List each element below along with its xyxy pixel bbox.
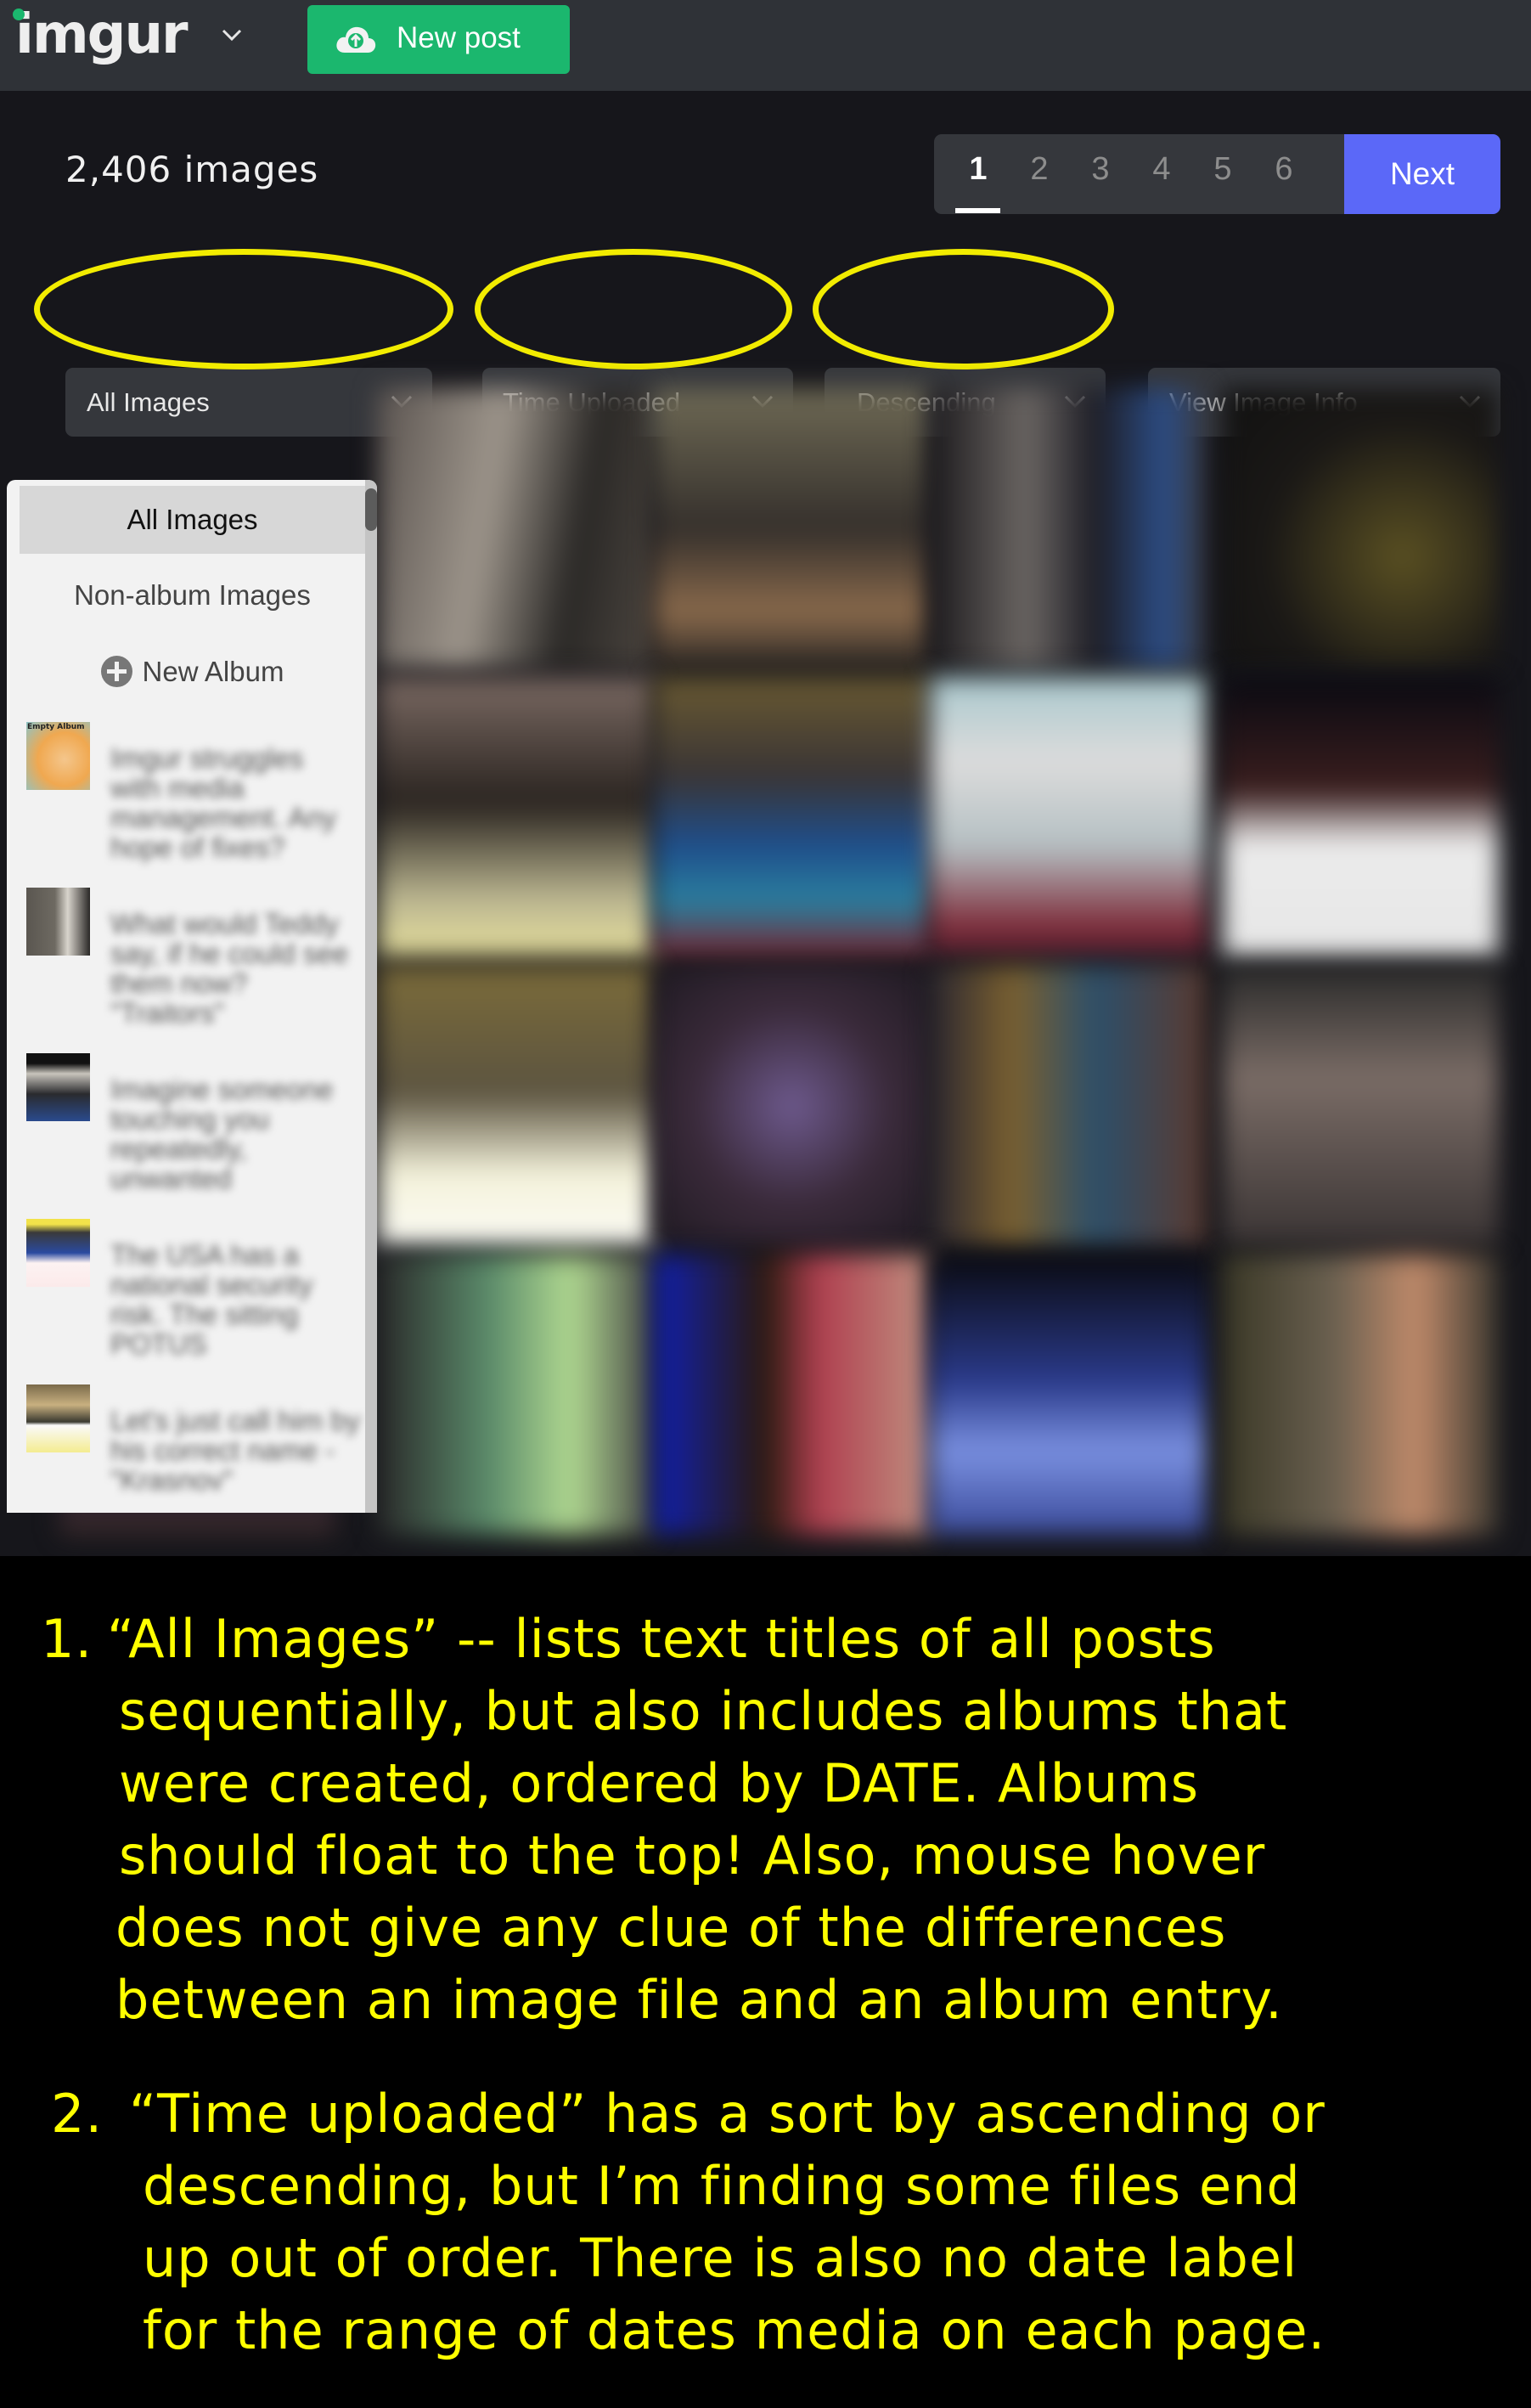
album-list-item[interactable]: Imagine someone touching you repeatedly,… [20, 1053, 365, 1215]
highlight-ring-album-filter [34, 249, 453, 369]
logo-dot-icon [13, 8, 25, 20]
image-thumbnail[interactable] [930, 1255, 1206, 1535]
note-line: up out of order. There is also no date l… [143, 2227, 1298, 2289]
images-page: 2,406 images 1 2 3 4 5 6 Next All Images… [0, 91, 1531, 1556]
annotation-notes: 1. “All Images” -- lists text titles of … [0, 1556, 1531, 2408]
note-1-number: 1. [41, 1608, 93, 1670]
chevron-down-icon[interactable] [219, 22, 245, 48]
album-title: Imagine someone touching you repeatedly,… [110, 1074, 334, 1194]
image-count: 2,406 images [65, 149, 319, 190]
dropdown-scrollbar[interactable] [365, 480, 377, 1513]
page-6-link[interactable]: 6 [1267, 151, 1301, 188]
dropdown-option-non-album-images[interactable]: Non-album Images [20, 561, 365, 629]
image-thumbnail[interactable] [930, 966, 1206, 1246]
note-line: should float to the top! Also, mouse hov… [119, 1824, 1266, 1886]
note-line: descending, but I’m finding some files e… [143, 2155, 1301, 2217]
note-1: 1. “All Images” -- lists text titles of … [41, 1603, 1287, 2036]
note-line: “Time uploaded” has a sort by ascending … [129, 2083, 1326, 2145]
new-post-button[interactable]: New post [307, 5, 570, 74]
album-list-item[interactable]: Let's just call him by his correct name … [20, 1384, 365, 1513]
note-2: 2. “Time uploaded” has a sort by ascendi… [51, 2078, 1326, 2366]
note-line: between an image file and an album entry… [115, 1969, 1283, 2031]
album-thumbnail-label: Empty Album [27, 723, 85, 731]
pagination: 1 2 3 4 5 6 Next [934, 134, 1500, 214]
highlight-ring-sort-order [813, 249, 1114, 369]
album-title: Imgur struggles with media management. A… [110, 742, 336, 863]
image-thumbnail[interactable] [654, 677, 930, 957]
note-line: sequentially, but also includes albums t… [119, 1680, 1288, 1742]
top-nav-bar: imgur New post [0, 0, 1531, 91]
image-thumbnail[interactable] [930, 388, 1206, 668]
image-thumbnail[interactable] [1223, 966, 1499, 1246]
album-title: Let's just call him by his correct name … [110, 1405, 361, 1496]
dropdown-option-all-images[interactable]: All Images [20, 486, 365, 554]
new-post-label: New post [397, 21, 521, 54]
album-filter-dropdown: All Images Non-album Images New Album Em… [7, 480, 377, 1513]
note-line: for the range of dates media on each pag… [143, 2299, 1326, 2361]
note-line: does not give any clue of the difference… [115, 1897, 1227, 1959]
image-thumbnail[interactable] [930, 677, 1206, 957]
next-page-button[interactable]: Next [1344, 134, 1500, 214]
page-3-link[interactable]: 3 [1084, 151, 1117, 188]
note-line: “All Images” -- lists text titles of all… [107, 1608, 1216, 1670]
highlight-ring-sort-by [475, 249, 792, 369]
new-album-label: New Album [142, 656, 284, 687]
album-thumbnail [26, 1053, 90, 1121]
current-page-indicator [955, 208, 1000, 213]
image-thumbnail[interactable] [1223, 677, 1499, 957]
album-thumbnail [26, 1384, 90, 1452]
cloud-upload-icon [336, 26, 376, 53]
page-2-link[interactable]: 2 [1022, 151, 1056, 188]
page-1-link[interactable]: 1 [961, 151, 995, 188]
note-2-number: 2. [51, 2083, 104, 2145]
note-line: were created, ordered by DATE. Albums [119, 1752, 1200, 1814]
plus-circle-icon [100, 656, 132, 687]
image-thumbnail[interactable] [654, 388, 930, 668]
page-4-link[interactable]: 4 [1145, 151, 1179, 188]
image-thumbnail[interactable] [378, 388, 654, 668]
album-title: The USA has a national security risk. Th… [110, 1239, 313, 1360]
image-thumbnail[interactable] [378, 677, 654, 957]
image-thumbnail[interactable] [654, 1255, 930, 1535]
album-thumbnail [26, 888, 90, 956]
image-thumbnail[interactable] [654, 966, 930, 1246]
album-thumbnail [26, 1219, 90, 1287]
page-5-link[interactable]: 5 [1206, 151, 1240, 188]
image-thumbnail[interactable] [378, 1255, 654, 1535]
image-thumbnail[interactable] [1223, 388, 1499, 668]
imgur-logo[interactable]: imgur [15, 5, 189, 65]
album-title: What would Teddy say, if he could see th… [110, 908, 349, 1029]
image-thumbnail[interactable] [1223, 1255, 1499, 1535]
album-list-item[interactable]: The USA has a national security risk. Th… [20, 1219, 365, 1380]
album-thumbnail: Empty Album [26, 722, 90, 790]
image-thumbnail[interactable] [378, 966, 654, 1246]
album-list-item[interactable]: What would Teddy say, if he could see th… [20, 888, 365, 1049]
new-album-button[interactable]: New Album [20, 638, 365, 706]
album-list-item[interactable]: Empty Album Imgur struggles with media m… [20, 722, 365, 883]
dropdown-scrollbar-thumb[interactable] [365, 488, 377, 531]
